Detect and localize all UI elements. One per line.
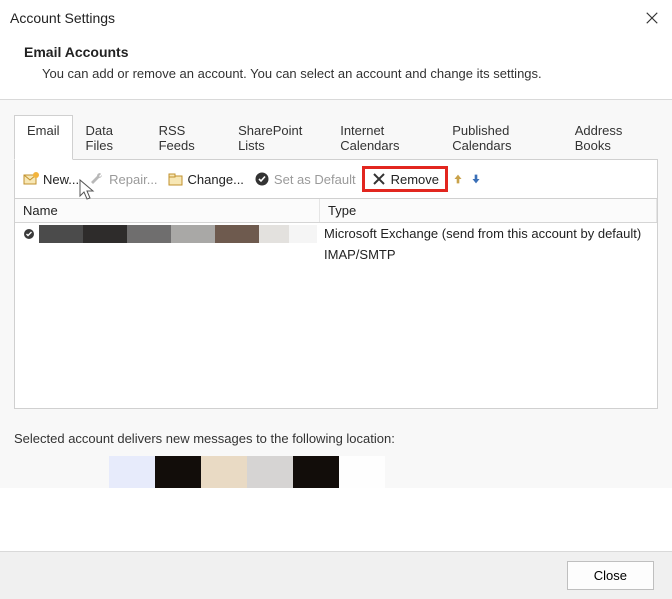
tab-published-calendars[interactable]: Published Calendars [439,115,561,160]
account-row[interactable]: IMAP/SMTP [15,244,657,265]
move-up-button[interactable] [450,171,466,187]
column-header-name[interactable]: Name [15,199,320,222]
redacted-delivery-location [109,456,658,488]
repair-button: Repair... [85,169,161,189]
section-heading: Email Accounts [24,44,662,60]
remove-button-label: Remove [391,172,439,187]
arrow-up-icon [451,172,465,186]
x-icon [371,171,387,187]
folder-change-icon [168,171,184,187]
tab-sharepoint-lists[interactable]: SharePoint Lists [225,115,327,160]
section-description: You can add or remove an account. You ca… [42,66,662,81]
toolbar: New... Repair... Change... Set as Defaul… [14,160,658,199]
accounts-list: Name Type Microsoft Exchange (send from … [14,199,658,409]
arrow-down-icon [469,172,483,186]
wrench-icon [89,171,105,187]
header-block: Email Accounts You can add or remove an … [0,30,672,100]
tab-address-books[interactable]: Address Books [562,115,658,160]
account-settings-dialog: Account Settings Email Accounts You can … [0,0,672,599]
set-default-button-label: Set as Default [274,172,356,187]
account-type-cell: IMAP/SMTP [320,244,657,265]
tab-strip: Email Data Files RSS Feeds SharePoint Li… [14,114,658,160]
tab-internet-calendars[interactable]: Internet Calendars [327,115,439,160]
close-icon[interactable] [642,8,662,28]
account-row[interactable]: Microsoft Exchange (send from this accou… [15,223,657,244]
set-default-button: Set as Default [250,169,360,189]
new-button-label: New... [43,172,79,187]
list-header: Name Type [15,199,657,223]
new-button[interactable]: New... [19,169,83,189]
remove-button[interactable]: Remove [362,166,448,192]
check-circle-icon [254,171,270,187]
redacted-account-name [39,225,317,243]
default-account-check-icon [23,228,35,240]
repair-button-label: Repair... [109,172,157,187]
tab-data-files[interactable]: Data Files [73,115,146,160]
change-button[interactable]: Change... [164,169,248,189]
redacted-account-name [39,246,239,264]
delivery-location-label: Selected account delivers new messages t… [14,431,658,446]
account-type-cell: Microsoft Exchange (send from this accou… [320,223,657,244]
window-title: Account Settings [10,10,115,26]
move-down-button[interactable] [468,171,484,187]
tab-email[interactable]: Email [14,115,73,160]
titlebar: Account Settings [0,0,672,30]
mail-new-icon [23,171,39,187]
close-button[interactable]: Close [567,561,654,590]
tab-rss-feeds[interactable]: RSS Feeds [146,115,225,160]
dialog-footer: Close [0,551,672,599]
column-header-type[interactable]: Type [320,199,657,222]
change-button-label: Change... [188,172,244,187]
content-area: Email Data Files RSS Feeds SharePoint Li… [0,100,672,488]
